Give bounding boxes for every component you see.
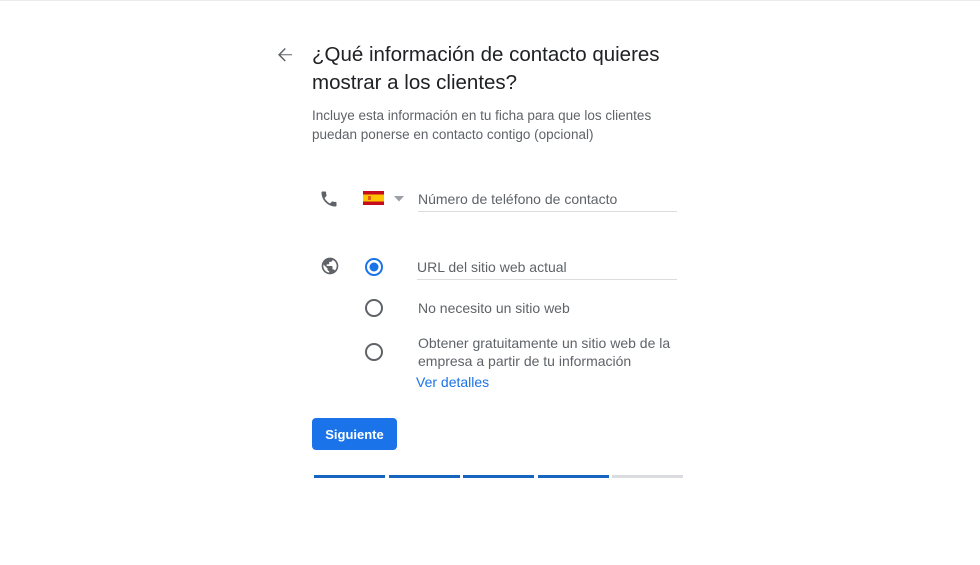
page-title: ¿Qué información de contacto quieres mos… [312, 43, 660, 94]
phone-icon [321, 191, 337, 207]
next-button[interactable]: Siguiente [312, 418, 397, 450]
progress-segment [463, 475, 534, 478]
page-subtitle: Incluye esta información en tu ficha par… [312, 108, 652, 142]
progress-segment [612, 475, 683, 478]
arrow-back-icon [278, 48, 292, 62]
radio-url-selected[interactable] [364, 257, 384, 277]
progress-segment [537, 475, 609, 478]
caret-down-icon[interactable] [394, 196, 404, 202]
website-url-input[interactable] [417, 254, 677, 280]
progress-segment [388, 475, 460, 478]
progress-segment [314, 475, 385, 478]
phone-number-input[interactable] [418, 186, 677, 212]
top-divider [0, 0, 980, 1]
option-no-website-label[interactable]: No necesito un sitio web [418, 299, 570, 317]
option-free-website-label[interactable]: Obtener gratuitamente un sitio web de la… [418, 334, 683, 370]
radio-no-website[interactable] [364, 298, 384, 318]
step-progress-bar [314, 475, 683, 479]
back-button[interactable] [272, 42, 298, 68]
spain-flag-icon[interactable] [363, 191, 384, 205]
radio-free-website[interactable] [364, 342, 384, 362]
globe-icon [321, 257, 339, 275]
view-details-link[interactable]: Ver detalles [416, 374, 489, 390]
